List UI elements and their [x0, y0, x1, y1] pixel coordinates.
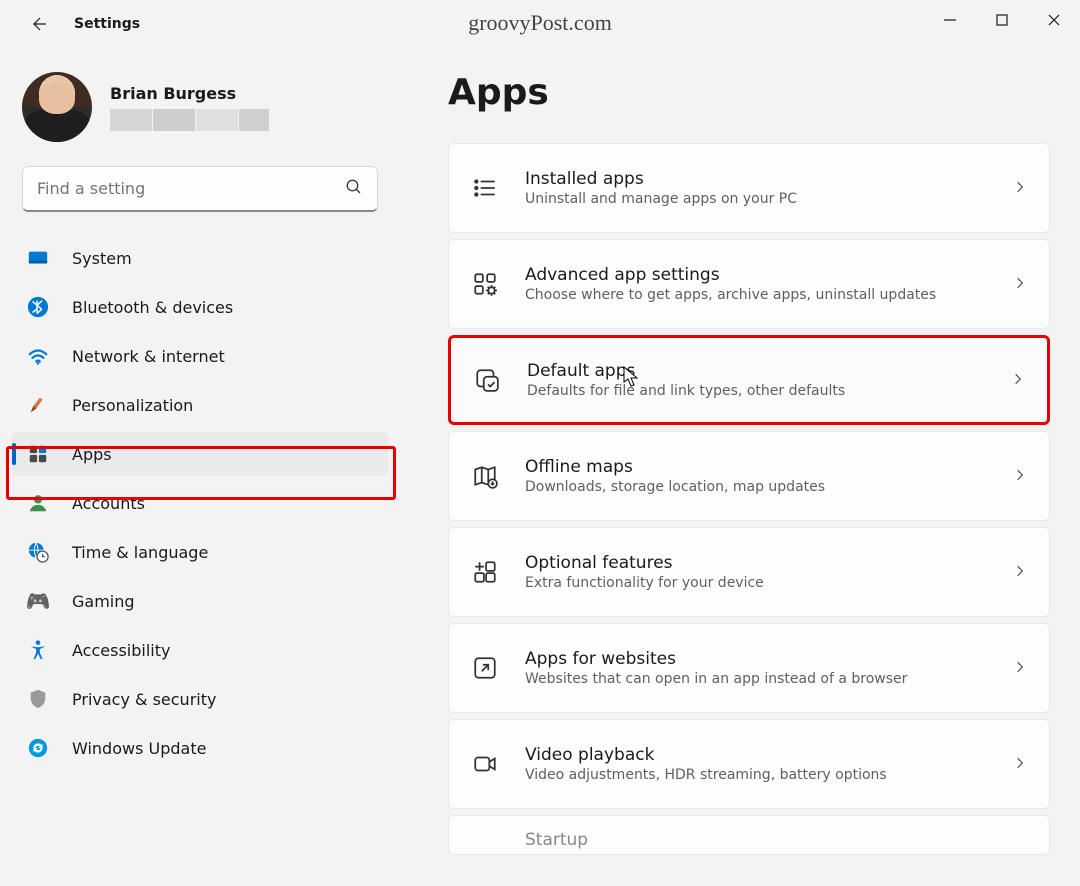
watermark-text: groovyPost.com	[468, 10, 612, 36]
wifi-icon	[26, 344, 50, 368]
card-desc: Downloads, storage location, map updates	[525, 479, 987, 495]
sidebar-item-label: Privacy & security	[72, 690, 216, 709]
accessibility-icon	[26, 638, 50, 662]
sidebar-item-label: Bluetooth & devices	[72, 298, 233, 317]
chevron-right-icon	[1013, 755, 1027, 774]
apps-gear-icon	[471, 270, 499, 298]
sidebar-item-label: Network & internet	[72, 347, 225, 366]
sidebar-item-label: Apps	[72, 445, 112, 464]
list-icon	[471, 174, 499, 202]
card-title: Default apps	[527, 361, 985, 381]
paintbrush-icon	[26, 393, 50, 417]
sidebar-item-system[interactable]: System	[12, 236, 388, 280]
sidebar-item-label: System	[72, 249, 132, 268]
chevron-right-icon	[1013, 275, 1027, 294]
update-icon	[26, 736, 50, 760]
sidebar-item-time-language[interactable]: Time & language	[12, 530, 388, 574]
card-title: Video playback	[525, 745, 987, 765]
shield-icon	[26, 687, 50, 711]
card-video-playback[interactable]: Video playback Video adjustments, HDR str…	[448, 719, 1050, 809]
main-content: Apps Installed apps Uninstall and manage …	[400, 50, 1080, 886]
sidebar-item-network[interactable]: Network & internet	[12, 334, 388, 378]
sidebar-item-windows-update[interactable]: Windows Update	[12, 726, 388, 770]
card-title: Startup	[525, 830, 1027, 850]
bluetooth-icon	[26, 295, 50, 319]
chevron-right-icon	[1013, 563, 1027, 582]
sidebar-item-apps[interactable]: Apps	[12, 432, 388, 476]
sidebar-item-label: Windows Update	[72, 739, 206, 758]
sidebar-item-gaming[interactable]: 🎮 Gaming	[12, 579, 388, 623]
chevron-right-icon	[1013, 467, 1027, 486]
sidebar: Brian Burgess System Bluetooth & devices…	[0, 50, 400, 886]
search-box[interactable]	[22, 166, 378, 212]
sidebar-item-accessibility[interactable]: Accessibility	[12, 628, 388, 672]
sidebar-item-label: Accounts	[72, 494, 145, 513]
open-external-icon	[471, 654, 499, 682]
chevron-right-icon	[1013, 179, 1027, 198]
settings-card-list: Installed apps Uninstall and manage apps …	[448, 143, 1050, 855]
page-title: Apps	[448, 72, 1050, 113]
card-advanced-app-settings[interactable]: Advanced app settings Choose where to get…	[448, 239, 1050, 329]
system-icon	[26, 246, 50, 270]
card-default-apps[interactable]: Default apps Defaults for file and link t…	[448, 335, 1050, 425]
card-desc: Video adjustments, HDR streaming, batter…	[525, 767, 987, 783]
card-title: Offline maps	[525, 457, 987, 477]
video-icon	[471, 750, 499, 778]
sidebar-item-label: Time & language	[72, 543, 208, 562]
sidebar-item-label: Gaming	[72, 592, 135, 611]
card-desc: Websites that can open in an app instead…	[525, 671, 987, 687]
app-title: Settings	[74, 16, 140, 32]
card-desc: Extra functionality for your device	[525, 575, 987, 591]
map-download-icon	[471, 462, 499, 490]
sidebar-nav: System Bluetooth & devices Network & int…	[6, 236, 394, 770]
card-title: Installed apps	[525, 169, 987, 189]
card-desc: Choose where to get apps, archive apps, …	[525, 287, 987, 303]
profile-email-redacted	[110, 109, 269, 131]
gamepad-icon: 🎮	[26, 589, 50, 613]
profile-block[interactable]: Brian Burgess	[6, 72, 394, 166]
sidebar-item-personalization[interactable]: Personalization	[12, 383, 388, 427]
sidebar-item-label: Personalization	[72, 396, 193, 415]
sidebar-item-bluetooth[interactable]: Bluetooth & devices	[12, 285, 388, 329]
sidebar-item-accounts[interactable]: Accounts	[12, 481, 388, 525]
card-installed-apps[interactable]: Installed apps Uninstall and manage apps …	[448, 143, 1050, 233]
sidebar-item-label: Accessibility	[72, 641, 170, 660]
search-input[interactable]	[37, 179, 335, 198]
person-icon	[26, 491, 50, 515]
avatar	[22, 72, 92, 142]
default-apps-icon	[473, 366, 501, 394]
sidebar-item-privacy[interactable]: Privacy & security	[12, 677, 388, 721]
apps-icon	[26, 442, 50, 466]
card-offline-maps[interactable]: Offline maps Downloads, storage location,…	[448, 431, 1050, 521]
close-button[interactable]	[1028, 0, 1080, 40]
card-apps-for-websites[interactable]: Apps for websites Websites that can open …	[448, 623, 1050, 713]
chevron-right-icon	[1013, 659, 1027, 678]
titlebar: Settings groovyPost.com	[0, 0, 1080, 50]
chevron-right-icon	[1011, 371, 1025, 390]
maximize-button[interactable]	[976, 0, 1028, 40]
card-title: Advanced app settings	[525, 265, 987, 285]
apps-plus-icon	[471, 558, 499, 586]
startup-icon	[471, 830, 499, 855]
card-desc: Defaults for file and link types, other …	[527, 383, 985, 399]
profile-name: Brian Burgess	[110, 84, 269, 103]
card-title: Apps for websites	[525, 649, 987, 669]
card-title: Optional features	[525, 553, 987, 573]
globe-clock-icon	[26, 540, 50, 564]
card-optional-features[interactable]: Optional features Extra functionality for…	[448, 527, 1050, 617]
card-desc: Uninstall and manage apps on your PC	[525, 191, 987, 207]
minimize-button[interactable]	[924, 0, 976, 40]
card-startup[interactable]: Startup	[448, 815, 1050, 855]
search-icon	[345, 178, 363, 200]
back-button[interactable]	[30, 14, 50, 34]
